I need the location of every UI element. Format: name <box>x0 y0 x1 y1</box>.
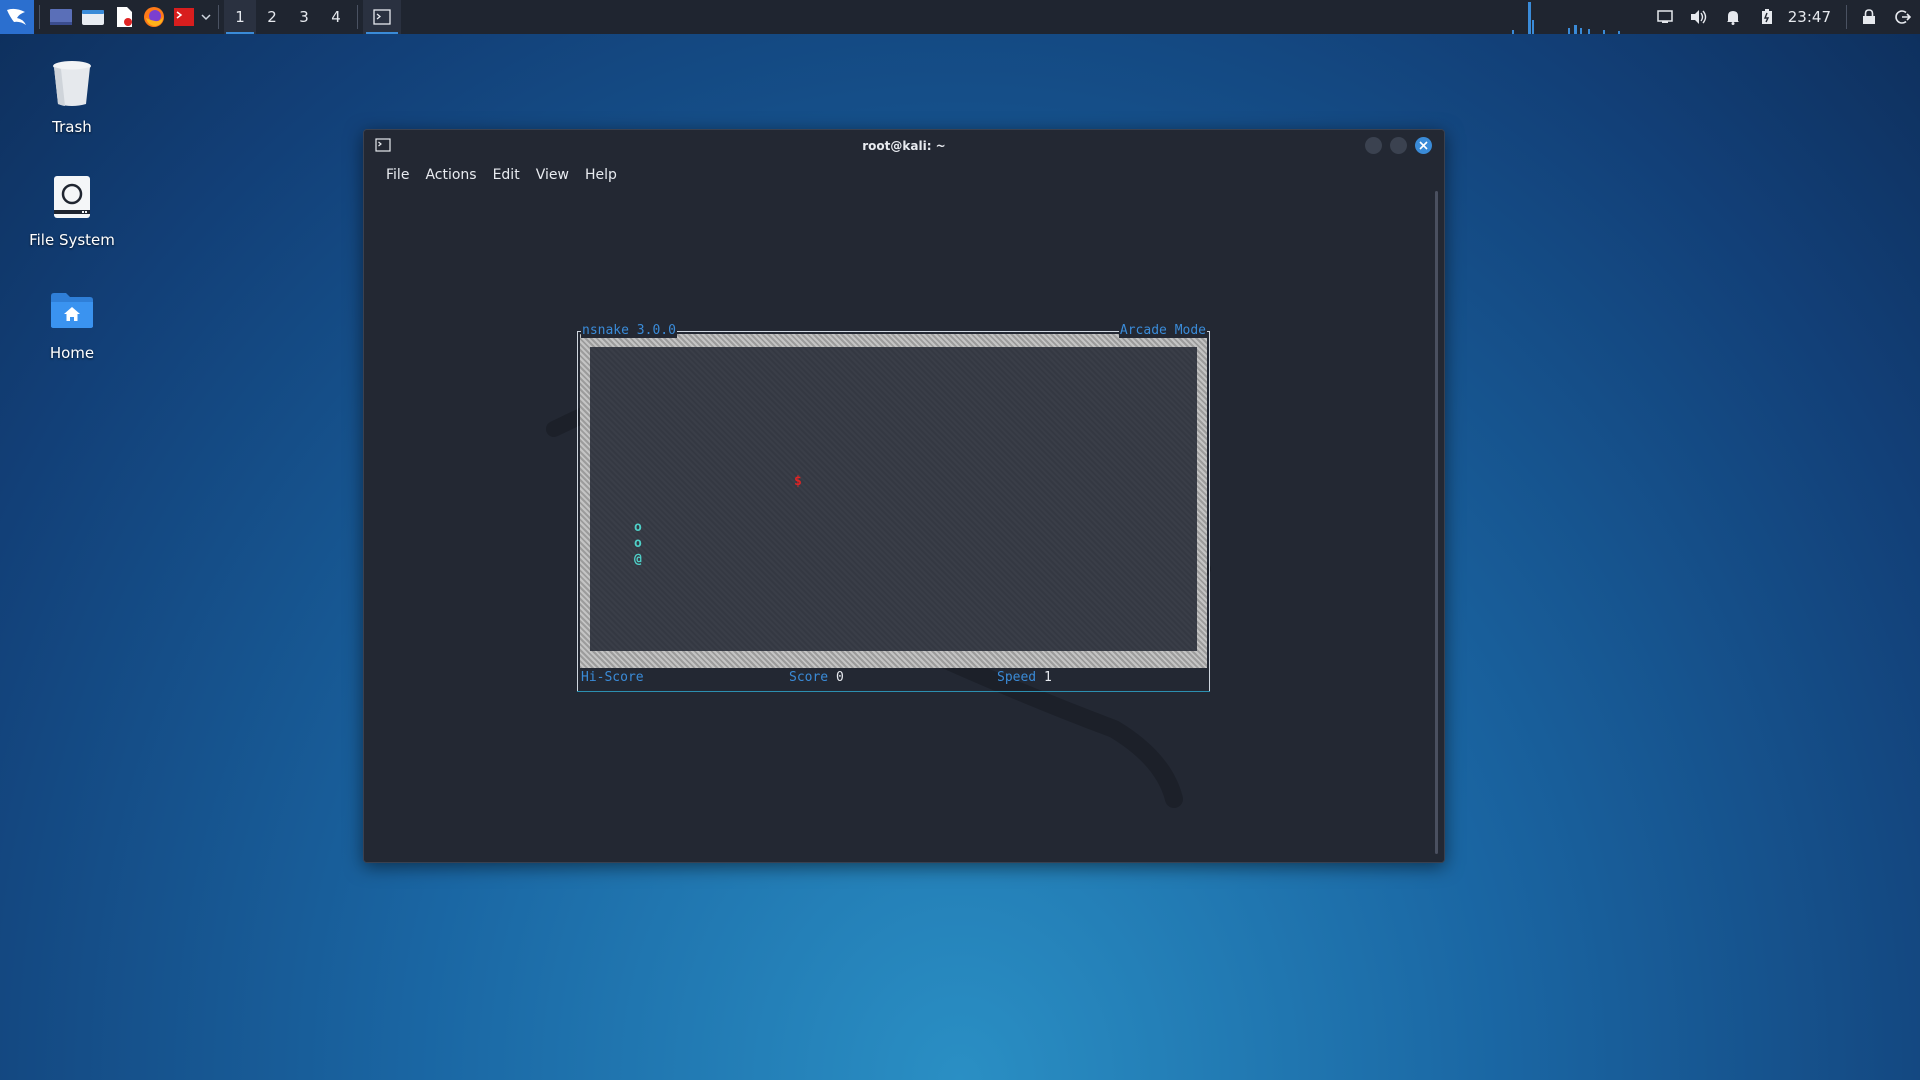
speed-display: Speed 1 <box>997 669 1052 687</box>
cpu-graph <box>1508 0 1638 34</box>
display-icon <box>1657 10 1673 23</box>
notifications-button[interactable] <box>1716 0 1750 34</box>
battery-button[interactable] <box>1750 0 1784 34</box>
window-controls <box>1365 137 1432 154</box>
menu-file[interactable]: File <box>378 167 417 183</box>
show-desktop-button[interactable] <box>45 0 77 34</box>
menu-actions[interactable]: Actions <box>417 167 484 183</box>
snake-head: @ <box>634 552 642 567</box>
desktop-item-label: Trash <box>52 118 92 136</box>
workspace-2[interactable]: 2 <box>256 0 288 34</box>
panel-separator <box>357 5 358 29</box>
speed-value: 1 <box>1043 670 1052 685</box>
maximize-button[interactable] <box>1390 137 1407 154</box>
game-mode: Arcade Mode <box>1118 323 1207 338</box>
speed-label: Speed <box>997 670 1037 685</box>
desktop-item-file-system[interactable]: File System <box>22 173 122 249</box>
firefox-button[interactable] <box>139 0 169 34</box>
text-editor-icon <box>117 7 132 27</box>
file-manager-icon <box>82 10 104 25</box>
battery-icon <box>1761 9 1772 24</box>
panel-launchers: 1 2 3 4 <box>0 0 401 34</box>
trash-icon <box>48 60 96 108</box>
desktop-item-label: File System <box>29 231 115 249</box>
score-value: 0 <box>835 670 844 685</box>
score-display: Score 0 <box>789 669 844 687</box>
firefox-icon <box>144 7 164 27</box>
taskbar-terminal-button[interactable] <box>363 0 401 34</box>
window-title: root@kali: ~ <box>862 138 946 153</box>
terminal-window[interactable]: root@kali: ~ File Actions Edit View Help <box>363 129 1445 863</box>
panel-separator <box>218 5 219 29</box>
panel-separator <box>1846 5 1847 29</box>
lock-icon <box>1863 9 1875 24</box>
menu-view[interactable]: View <box>528 167 577 183</box>
text-editor-button[interactable] <box>109 0 139 34</box>
launcher-dropdown-icon <box>201 14 211 21</box>
volume-button[interactable] <box>1682 0 1716 34</box>
close-icon <box>1419 141 1428 150</box>
lock-screen-button[interactable] <box>1852 0 1886 34</box>
desktop-icon <box>50 9 72 25</box>
panel-separator <box>39 5 40 29</box>
workspace-3[interactable]: 3 <box>288 0 320 34</box>
snake-body-segment: o <box>634 536 642 551</box>
game-frame <box>577 691 1210 692</box>
score-label: Score <box>789 670 829 685</box>
drive-icon <box>48 173 96 221</box>
logout-button[interactable] <box>1886 0 1920 34</box>
terminal-launcher-button[interactable] <box>169 0 199 34</box>
terminal-launcher-icon <box>174 8 194 26</box>
game-title: nsnake 3.0.0 <box>581 323 677 338</box>
menu-help[interactable]: Help <box>577 167 625 183</box>
menu-edit[interactable]: Edit <box>485 167 528 183</box>
file-manager-button[interactable] <box>77 0 109 34</box>
terminal-area[interactable]: $ o o @ nsnake 3.0.0 Arcade Mode Hi-Scor… <box>364 189 1444 862</box>
volume-icon <box>1690 10 1706 24</box>
window-titlebar[interactable]: root@kali: ~ <box>364 130 1444 161</box>
desktop-item-home[interactable]: Home <box>22 286 122 362</box>
terminal-icon <box>375 138 391 152</box>
terminal-scrollbar[interactable] <box>1435 191 1438 854</box>
game-frame <box>1209 331 1210 692</box>
desktop-item-label: Home <box>49 344 95 362</box>
game-frame <box>577 331 578 692</box>
workspace-4[interactable]: 4 <box>320 0 352 34</box>
top-panel: 1 2 3 4 23:47 <box>0 0 1920 34</box>
kali-menu-button[interactable] <box>0 0 34 34</box>
hiscore-display: Hi-Score <box>581 669 644 687</box>
notification-bell-icon <box>1726 11 1739 25</box>
launcher-dropdown-button[interactable] <box>199 0 213 34</box>
terminal-icon <box>373 9 391 25</box>
display-button[interactable] <box>1648 0 1682 34</box>
clock[interactable]: 23:47 <box>1784 8 1841 26</box>
workspace-1[interactable]: 1 <box>224 0 256 34</box>
nsnake-game[interactable]: $ o o @ nsnake 3.0.0 Arcade Mode Hi-Scor… <box>577 324 1210 692</box>
minimize-button[interactable] <box>1365 137 1382 154</box>
menu-bar: File Actions Edit View Help <box>364 161 1444 189</box>
game-arena: $ o o @ <box>590 347 1197 651</box>
hiscore-label: Hi-Score <box>581 670 644 685</box>
logout-icon <box>1895 10 1911 24</box>
desktop-item-trash[interactable]: Trash <box>22 60 122 136</box>
close-button[interactable] <box>1415 137 1432 154</box>
food-item: $ <box>794 474 802 489</box>
home-folder-icon <box>48 286 96 334</box>
snake-body-segment: o <box>634 520 642 535</box>
kali-menu-icon <box>7 8 26 25</box>
panel-tray: 23:47 <box>1508 0 1920 34</box>
